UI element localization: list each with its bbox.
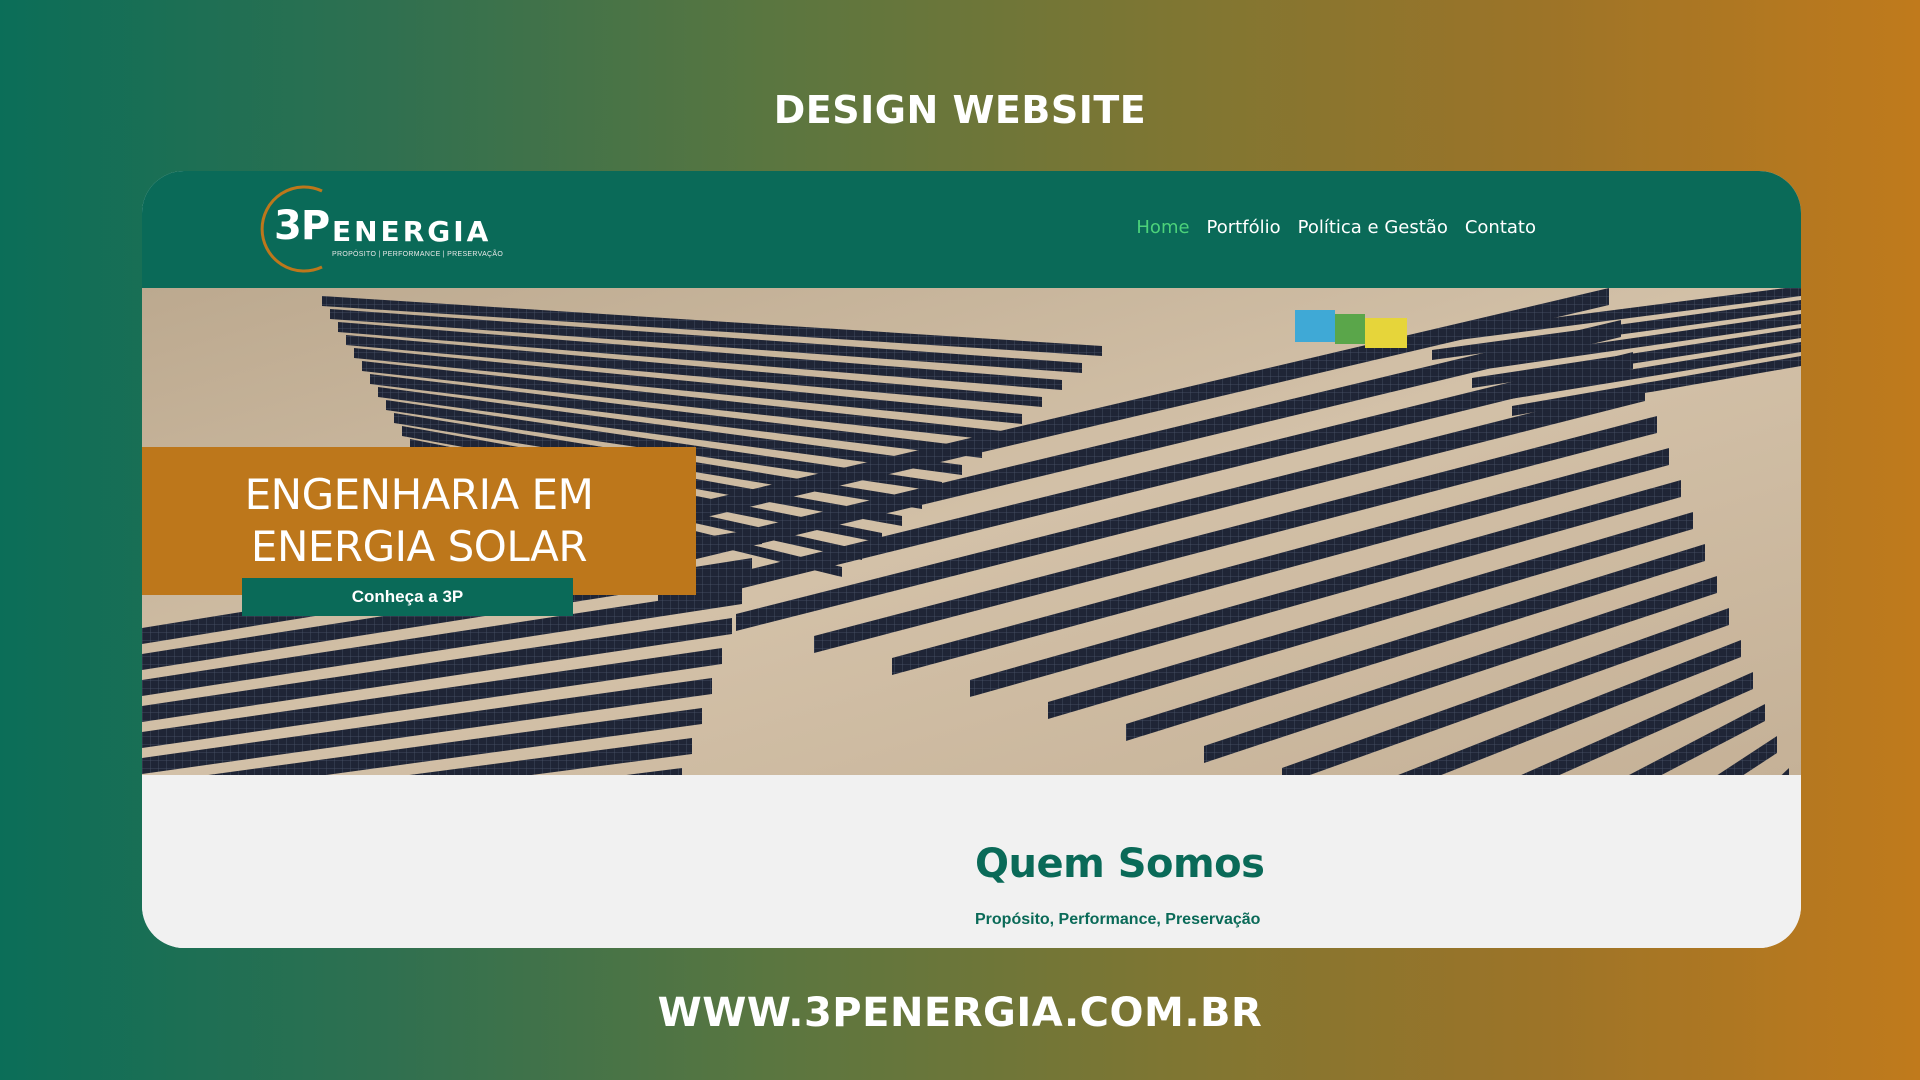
website-mockup: 3P ENERGIA PROPÓSITO | PERFORMANCE | PRE… [142, 171, 1801, 948]
logo-mark-text: 3P [274, 203, 330, 249]
page-footer-url: WWW.3PENERGIA.COM.BR [657, 990, 1263, 1036]
logo[interactable]: 3P ENERGIA PROPÓSITO | PERFORMANCE | PRE… [250, 183, 503, 275]
hero-banner: ENGENHARIA EM ENERGIA SOLAR Conheça a 3P [142, 447, 696, 616]
hero-title: ENGENHARIA EM ENERGIA SOLAR [142, 469, 696, 573]
main-nav: Home Portfólio Política e Gestão Contato [1136, 217, 1536, 238]
about-title: Quem Somos [975, 841, 1265, 887]
nav-contato[interactable]: Contato [1465, 217, 1536, 238]
logo-wordmark: ENERGIA [332, 215, 492, 248]
nav-politica-gestao[interactable]: Política e Gestão [1298, 217, 1448, 238]
nav-portfolio[interactable]: Portfólio [1207, 217, 1281, 238]
page-heading: DESIGN WEBSITE [773, 88, 1147, 132]
hero-title-line2: ENERGIA SOLAR [250, 522, 588, 571]
about-section: Quem Somos Propósito, Performance, Prese… [142, 775, 1801, 948]
about-subtitle: Propósito, Performance, Preservação [975, 911, 1261, 928]
site-header: 3P ENERGIA PROPÓSITO | PERFORMANCE | PRE… [142, 171, 1801, 288]
logo-tagline: PROPÓSITO | PERFORMANCE | PRESERVAÇÃO [332, 251, 504, 258]
nav-home[interactable]: Home [1136, 217, 1189, 238]
hero-section: ENGENHARIA EM ENERGIA SOLAR Conheça a 3P [142, 288, 1801, 775]
conheca-button[interactable]: Conheça a 3P [242, 578, 573, 616]
hero-title-line1: ENGENHARIA EM [244, 470, 594, 519]
